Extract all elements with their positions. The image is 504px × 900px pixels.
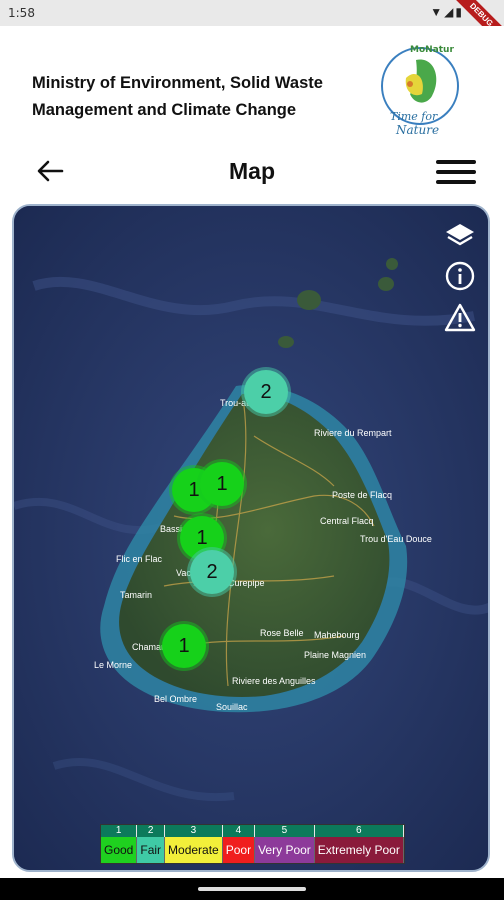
place-label: Bel Ombre bbox=[154, 694, 197, 704]
warning-button[interactable] bbox=[444, 302, 476, 334]
cluster-count: 1 bbox=[196, 526, 208, 549]
place-label: Plaine Magnien bbox=[304, 650, 366, 660]
cluster-marker[interactable]: 2 bbox=[244, 370, 288, 414]
legend-item: 5 Very Poor bbox=[255, 825, 315, 863]
place-label: Le Morne bbox=[94, 660, 132, 670]
page-title: Map bbox=[229, 158, 275, 184]
legend-item: 4 Poor bbox=[222, 825, 256, 863]
app-header: Ministry of Environment, Solid Waste Man… bbox=[0, 26, 504, 150]
place-label: Mahebourg bbox=[314, 630, 360, 640]
cluster-marker[interactable]: 1 bbox=[200, 462, 244, 506]
home-gesture-handle[interactable] bbox=[198, 887, 306, 891]
aqi-legend: 1 Good 2 Fair 3 Moderate 4 Poor 5 Very P… bbox=[100, 824, 405, 864]
status-time: 1:58 bbox=[8, 6, 35, 20]
status-icons: ▼◢▮ bbox=[430, 5, 464, 19]
logo-brand-text: MoNatur bbox=[410, 45, 454, 55]
cluster-marker[interactable]: 1 bbox=[162, 624, 206, 668]
warning-icon bbox=[444, 303, 476, 332]
cluster-count: 1 bbox=[188, 478, 200, 501]
legend-item: 2 Fair bbox=[137, 825, 166, 863]
place-label: Souillac bbox=[216, 702, 248, 712]
ministry-title: Ministry of Environment, Solid Waste Man… bbox=[32, 74, 323, 119]
hamburger-menu-icon bbox=[436, 160, 476, 164]
satellite-map[interactable]: Trou-aux- Riviere du Rempart Poste de Fl… bbox=[14, 206, 490, 872]
cluster-count: 1 bbox=[216, 472, 228, 495]
map-view[interactable]: Trou-aux- Riviere du Rempart Poste de Fl… bbox=[12, 204, 490, 872]
legend-item: 6 Extremely Poor bbox=[314, 825, 404, 863]
cluster-marker[interactable]: 2 bbox=[190, 550, 234, 594]
place-label: Riviere des Anguilles bbox=[232, 676, 316, 686]
cluster-count: 1 bbox=[178, 634, 190, 657]
cluster-count: 2 bbox=[206, 560, 218, 583]
hamburger-menu-button[interactable] bbox=[434, 154, 478, 190]
cluster-count: 2 bbox=[260, 380, 272, 403]
layers-icon bbox=[446, 224, 474, 246]
legend-item: 1 Good bbox=[101, 825, 138, 863]
place-label: Riviere du Rempart bbox=[314, 428, 392, 438]
place-label: Curepipe bbox=[228, 578, 265, 588]
place-label: Central Flacq bbox=[320, 516, 374, 526]
place-label: Poste de Flacq bbox=[332, 490, 392, 500]
top-toolbar: Map bbox=[0, 150, 504, 194]
monatur-logo: MoNatur Time for Nature bbox=[381, 45, 459, 137]
legend-item: 3 Moderate bbox=[165, 825, 223, 863]
status-bar: 1:58 ▼◢▮ DEBUG bbox=[0, 0, 504, 52]
place-label: Flic en Flac bbox=[116, 554, 163, 564]
logo-tagline-2: Nature bbox=[395, 123, 439, 137]
place-label: Tamarin bbox=[120, 590, 152, 600]
info-button[interactable] bbox=[444, 260, 476, 292]
layers-button[interactable] bbox=[444, 220, 476, 252]
system-nav-bar bbox=[0, 878, 504, 900]
info-icon bbox=[445, 261, 475, 291]
logo-tagline-1: Time for bbox=[390, 110, 438, 123]
place-label: Trou d'Eau Douce bbox=[360, 534, 432, 544]
place-label: Rose Belle bbox=[260, 628, 304, 638]
